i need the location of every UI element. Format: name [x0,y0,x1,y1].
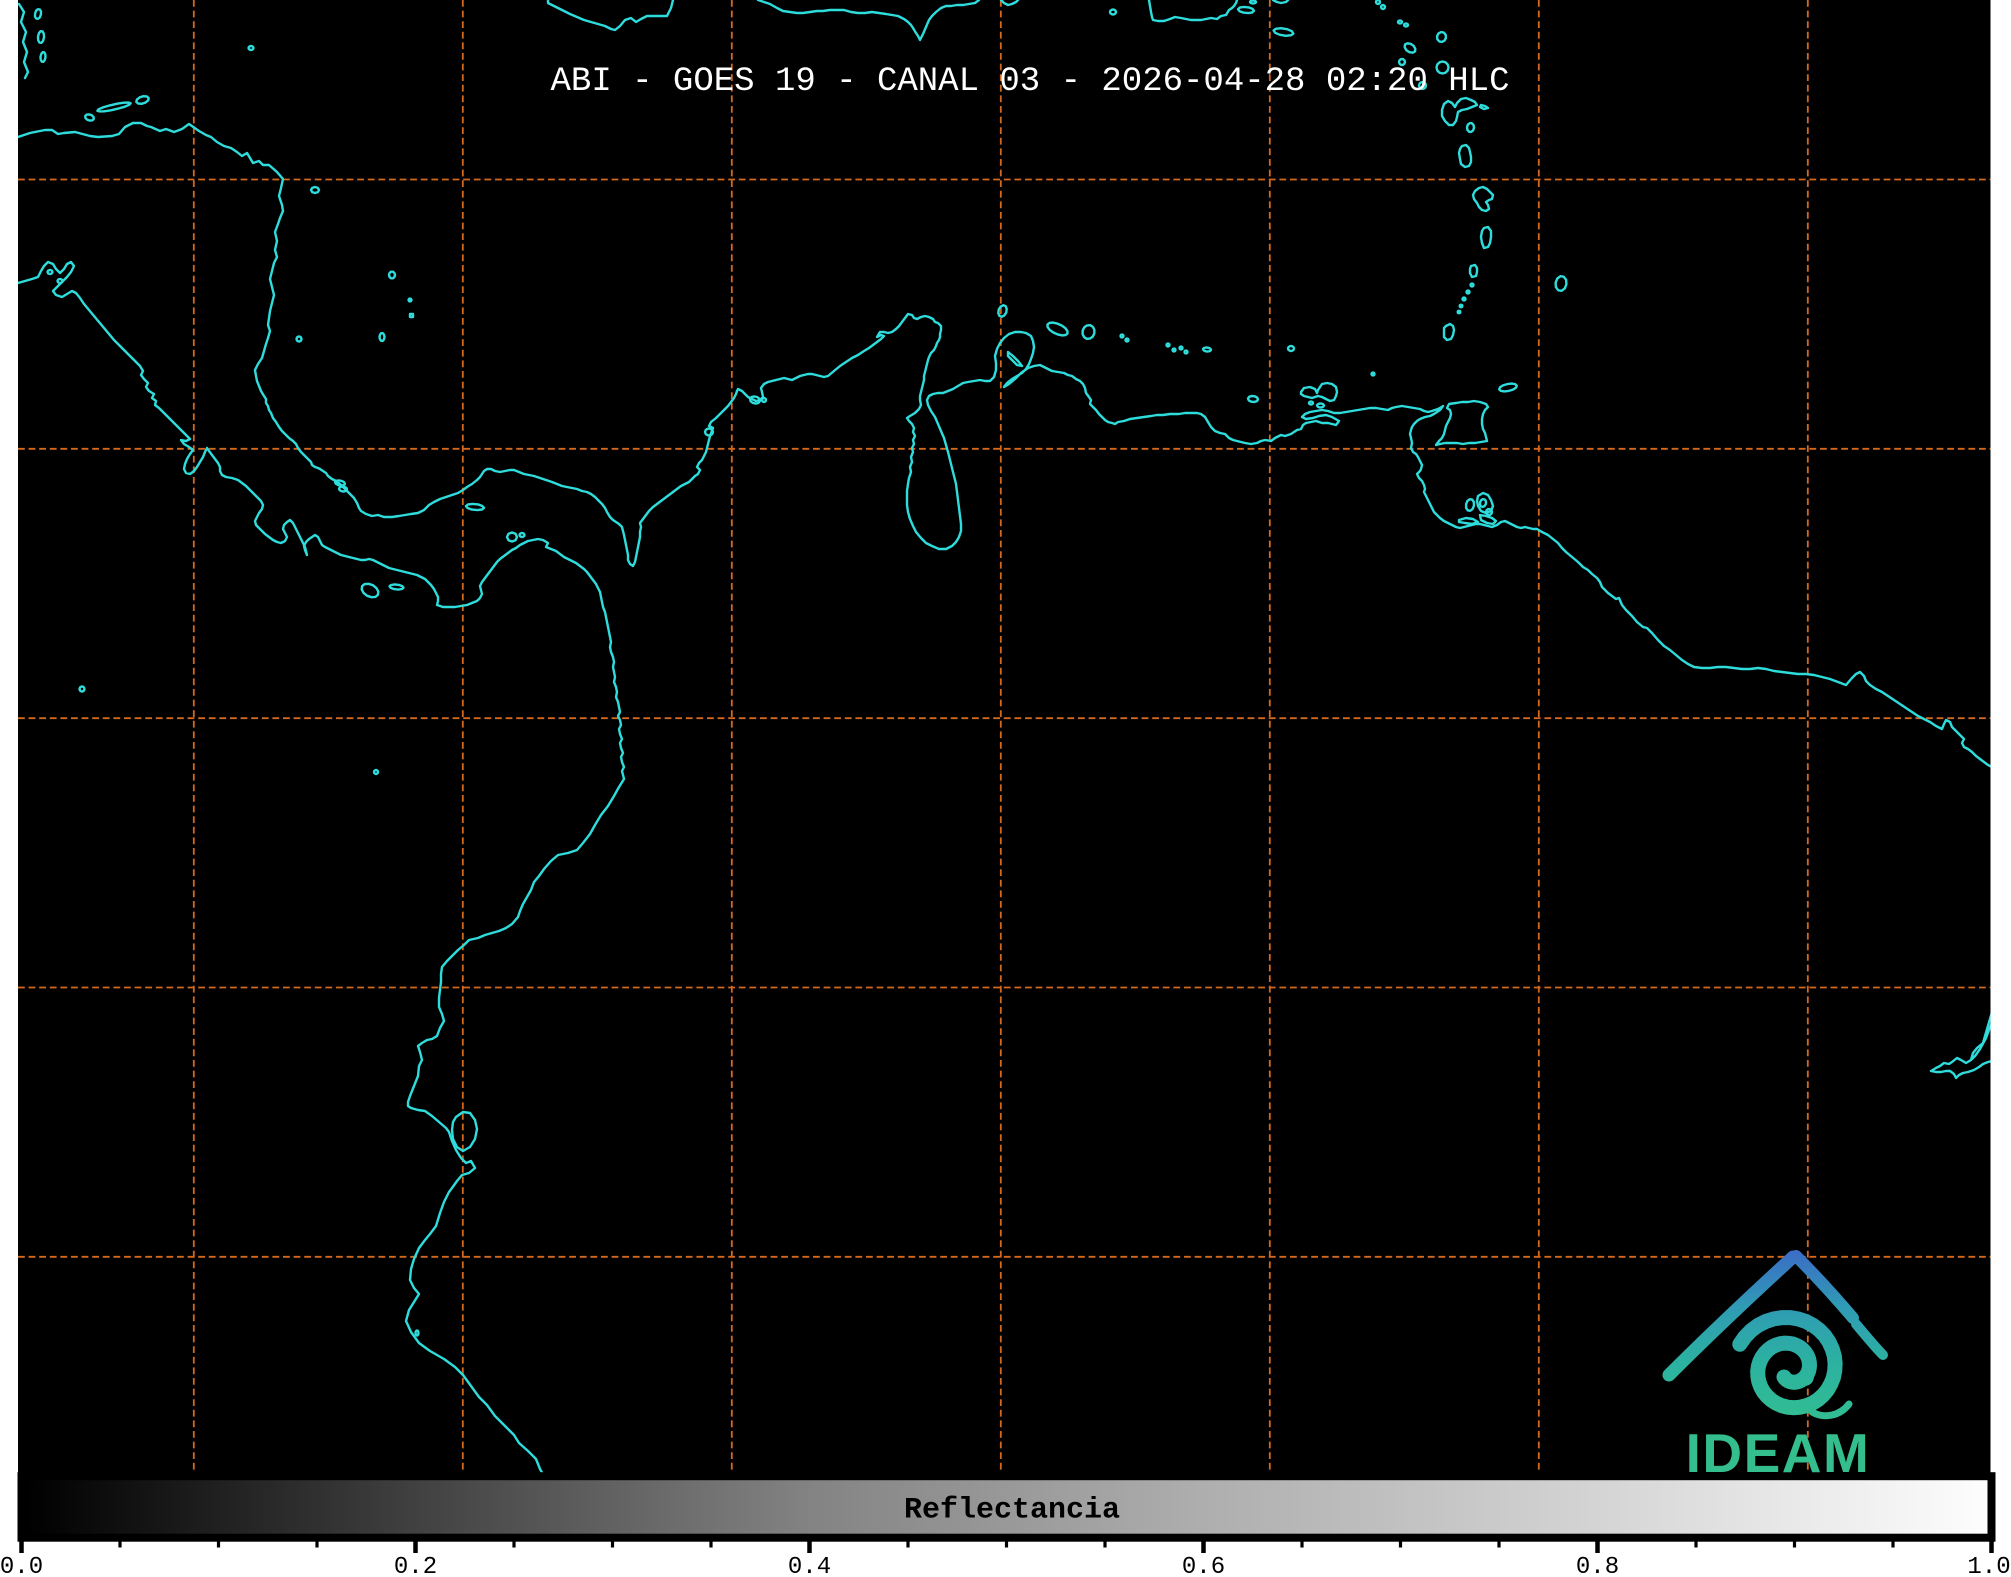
svg-text:ABI - GOES 19 - CANAL 03 - 202: ABI - GOES 19 - CANAL 03 - 2026-04-28 02… [551,63,1510,101]
svg-text:Reflectancia: Reflectancia [904,1494,1120,1528]
svg-text:0.8: 0.8 [1576,1554,1619,1577]
svg-text:IDEAM: IDEAM [1686,1422,1871,1484]
svg-text:0.0: 0.0 [0,1554,43,1577]
svg-text:1.0: 1.0 [1967,1554,2010,1577]
svg-text:0.6: 0.6 [1182,1554,1225,1577]
svg-text:0.4: 0.4 [788,1554,831,1577]
svg-text:0.2: 0.2 [394,1554,437,1577]
